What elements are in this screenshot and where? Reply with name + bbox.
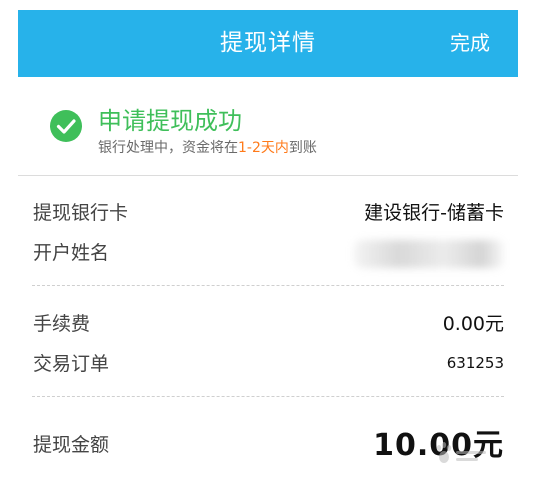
dashed-divider (32, 285, 504, 286)
section-divider (18, 175, 518, 176)
page-title: 提现详情 (220, 30, 316, 56)
bank-card-value: 建设银行-储蓄卡 (364, 202, 504, 224)
fee-label: 手续费 (33, 313, 91, 335)
fee-value: 0.00元 (442, 313, 504, 335)
done-button[interactable]: 完成 (450, 10, 490, 77)
order-value: 631253 (446, 354, 504, 372)
dashed-divider (32, 396, 504, 397)
status-subtitle: 银行处理中，资金将在1-2天内到账 (98, 137, 317, 157)
amount-label: 提现金额 (33, 434, 110, 456)
order-label: 交易订单 (33, 353, 110, 375)
bank-card-label: 提现银行卡 (33, 202, 129, 224)
arrival-time-highlight: 1-2天内 (238, 140, 289, 156)
status-subtitle-suffix: 到账 (288, 140, 317, 156)
check-circle-icon (50, 110, 82, 142)
paw-watermark-icon (436, 442, 486, 463)
withdrawal-detail-screen: 提现详情 完成 申请提现成功 银行处理中，资金将在1-2天内到账 提现银行卡 建… (0, 0, 538, 483)
status-title: 申请提现成功 (98, 107, 242, 135)
account-name-label: 开户姓名 (33, 242, 110, 264)
status-subtitle-prefix: 银行处理中，资金将在 (98, 140, 238, 156)
account-name-redacted (354, 240, 504, 268)
status-section: 申请提现成功 银行处理中，资金将在1-2天内到账 (18, 77, 518, 175)
top-bar: 提现详情 完成 (18, 10, 518, 77)
